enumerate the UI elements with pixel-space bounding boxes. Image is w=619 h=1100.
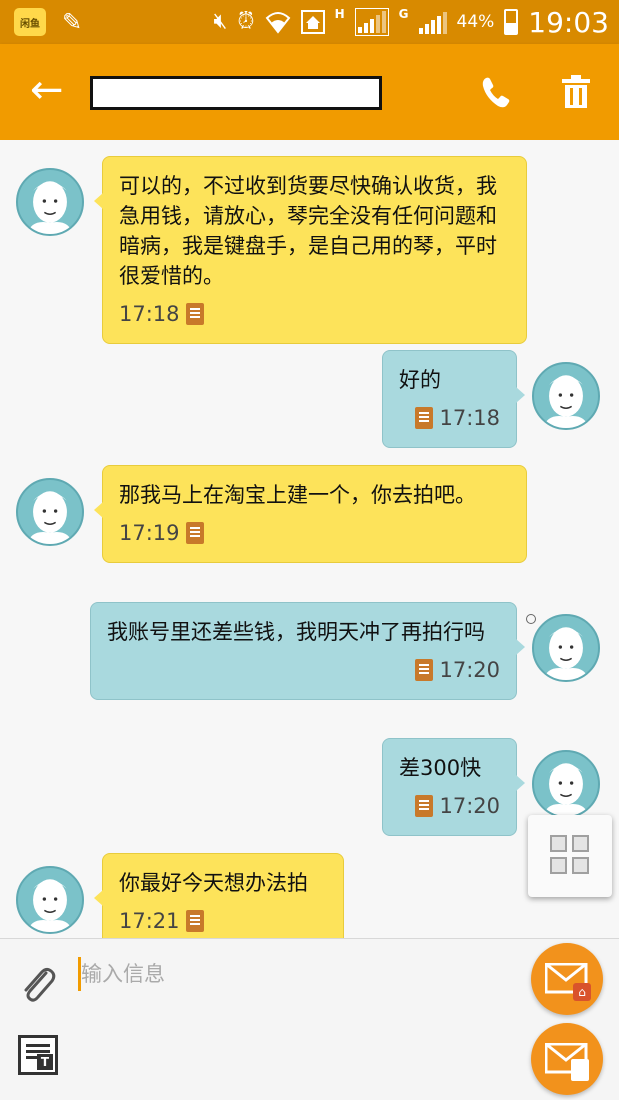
status-bar: 闲鱼 ✎ 🔇︎ ⏰︎ H G 44% 19:03 — [0, 0, 619, 44]
back-arrow-icon[interactable]: ← — [30, 70, 64, 110]
pending-indicator — [526, 614, 536, 624]
contact-avatar[interactable] — [16, 168, 84, 236]
send-mms-button[interactable]: ⌂ — [531, 943, 603, 1015]
sim-card-icon — [185, 910, 204, 932]
my-avatar[interactable] — [532, 614, 600, 682]
battery-percent: 44% — [456, 12, 495, 32]
send-sms-button[interactable] — [531, 1023, 603, 1095]
incoming-message[interactable]: 可以的，不过收到货要尽快确认收货，我急用钱，请放心，琴完全没有任何问题和暗病，我… — [94, 156, 527, 344]
message-time: 17:18 — [119, 302, 180, 326]
contact-avatar[interactable] — [16, 866, 84, 934]
message-text: 可以的，不过收到货要尽快确认收货，我急用钱，请放心，琴完全没有任何问题和暗病，我… — [119, 174, 497, 288]
home-sub-icon: ⌂ — [573, 983, 591, 1001]
trash-icon[interactable] — [560, 72, 592, 112]
message-text: 我账号里还差些钱，我明天冲了再拍行吗 — [107, 620, 485, 644]
outgoing-message[interactable]: 差300快 17:20 — [382, 738, 525, 836]
message-time: 17:21 — [119, 909, 180, 933]
incoming-message[interactable]: 那我马上在淘宝上建一个，你去拍吧。 17:19 — [94, 465, 527, 563]
message-input[interactable]: 输入信息 — [78, 957, 518, 991]
network-type-g: G — [398, 7, 409, 21]
multi-window-button[interactable] — [528, 815, 612, 897]
home-icon — [300, 10, 325, 34]
message-text: 那我马上在淘宝上建一个，你去拍吧。 — [119, 483, 476, 507]
message-text: 差300快 — [399, 756, 482, 780]
paperclip-icon[interactable] — [16, 963, 60, 1007]
sim-card-icon — [415, 407, 434, 429]
sim-card-icon — [185, 522, 204, 544]
sim-card-icon — [415, 659, 434, 681]
message-time: 17:19 — [119, 521, 180, 545]
conversation-header: ← — [0, 44, 619, 140]
alarm-icon: ⏰︎ — [237, 9, 255, 34]
wifi-icon — [265, 12, 290, 34]
incoming-message[interactable]: 你最好今天想办法拍 17:21 — [94, 853, 344, 938]
contact-avatar[interactable] — [16, 478, 84, 546]
phone-icon[interactable] — [478, 72, 514, 112]
my-avatar[interactable] — [532, 750, 600, 818]
message-composer: 输入信息 T ⌂ — [0, 938, 619, 1100]
text-template-icon[interactable]: T — [18, 1035, 58, 1075]
battery-icon — [504, 9, 519, 35]
message-text: 你最好今天想办法拍 — [119, 871, 308, 895]
contact-name-redacted — [90, 76, 382, 110]
outgoing-message[interactable]: 我账号里还差些钱，我明天冲了再拍行吗 17:20 — [90, 602, 525, 700]
sim-card-icon — [185, 303, 204, 325]
sim-card-icon — [571, 1059, 589, 1081]
signal-icon-1 — [354, 8, 389, 36]
message-list[interactable]: 可以的，不过收到货要尽快确认收货，我急用钱，请放心，琴完全没有任何问题和暗病，我… — [0, 140, 619, 938]
signal-icon-2 — [418, 10, 447, 34]
message-time: 17:20 — [439, 794, 500, 818]
network-type-h: H — [334, 7, 345, 21]
mute-icon: 🔇︎ — [213, 9, 228, 34]
message-text: 好的 — [399, 368, 441, 392]
template-t-glyph: T — [37, 1054, 53, 1070]
sim-card-icon — [415, 795, 434, 817]
message-time: 17:20 — [439, 658, 500, 682]
clock: 19:03 — [528, 5, 609, 39]
outgoing-message[interactable]: 好的 17:18 — [382, 350, 525, 448]
my-avatar[interactable] — [532, 362, 600, 430]
xianyu-app-icon: 闲鱼 — [14, 8, 46, 36]
pencil-icon: ✎ — [62, 8, 83, 36]
message-time: 17:18 — [439, 406, 500, 430]
